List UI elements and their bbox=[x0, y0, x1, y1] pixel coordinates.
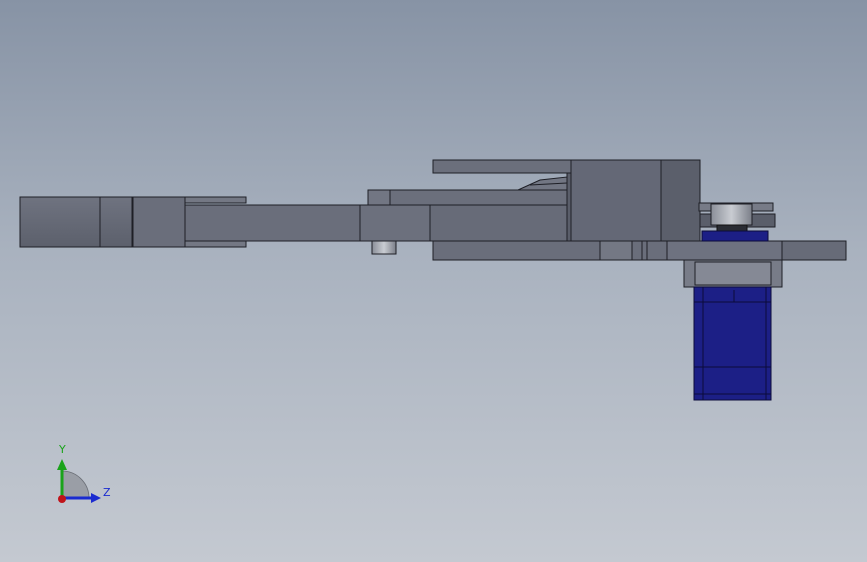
arm-assembly-model[interactable] bbox=[0, 0, 867, 562]
servo-motor bbox=[683, 259, 783, 401]
graphics-viewport[interactable]: Y Z bbox=[0, 0, 867, 562]
base-plate bbox=[432, 240, 847, 261]
orientation-triad bbox=[57, 459, 101, 503]
triad-z-label: Z bbox=[103, 486, 111, 499]
triad-y-label: Y bbox=[59, 443, 66, 456]
ramp-link bbox=[517, 176, 568, 191]
servo-horn bbox=[698, 202, 776, 242]
x-axis-dot bbox=[58, 495, 66, 503]
